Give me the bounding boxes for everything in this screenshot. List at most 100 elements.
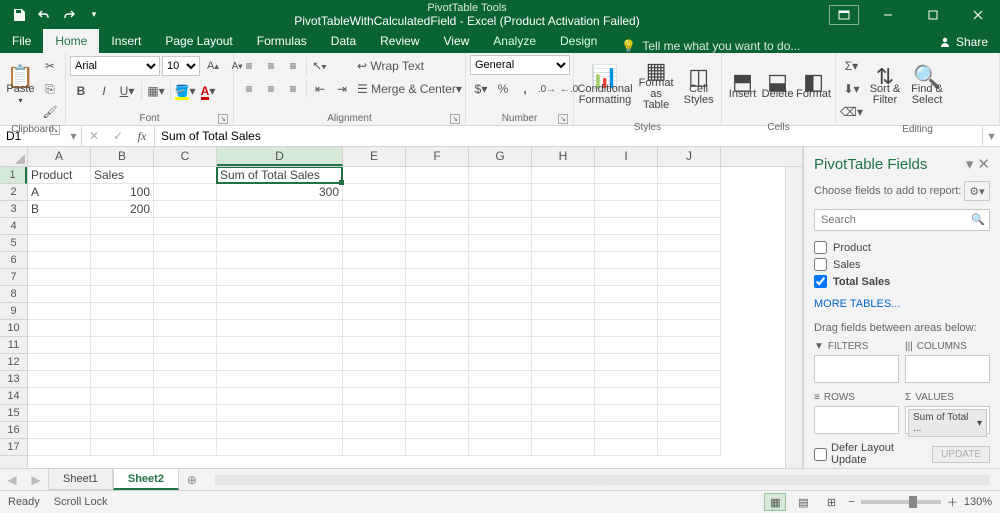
cell[interactable] bbox=[154, 252, 217, 269]
row-header[interactable]: 13 bbox=[0, 371, 27, 388]
column-header[interactable]: F bbox=[406, 147, 469, 166]
cell[interactable] bbox=[154, 371, 217, 388]
insert-cells-button[interactable]: ⬒Insert bbox=[726, 55, 759, 121]
sheet-tab-sheet2[interactable]: Sheet2 bbox=[113, 469, 179, 490]
cell[interactable] bbox=[658, 337, 721, 354]
cell[interactable]: 300 bbox=[217, 184, 343, 201]
field-checkbox[interactable] bbox=[814, 275, 827, 288]
zoom-out-button[interactable]: − bbox=[848, 496, 854, 508]
vertical-scrollbar[interactable] bbox=[785, 167, 802, 468]
page-layout-view-button[interactable]: ▤ bbox=[792, 493, 814, 511]
comma-button[interactable]: , bbox=[514, 78, 536, 100]
cell[interactable] bbox=[217, 371, 343, 388]
column-header[interactable]: G bbox=[469, 147, 532, 166]
tab-formulas[interactable]: Formulas bbox=[245, 29, 319, 53]
cell[interactable] bbox=[406, 269, 469, 286]
cell[interactable] bbox=[406, 218, 469, 235]
cut-button[interactable]: ✂ bbox=[39, 55, 61, 77]
row-header[interactable]: 1 bbox=[0, 167, 27, 184]
cell[interactable] bbox=[28, 303, 91, 320]
conditional-formatting-button[interactable]: 📊Conditional Formatting bbox=[578, 55, 632, 121]
cell[interactable] bbox=[532, 235, 595, 252]
cell[interactable] bbox=[28, 320, 91, 337]
cell[interactable] bbox=[217, 422, 343, 439]
cell[interactable] bbox=[469, 405, 532, 422]
row-header[interactable]: 9 bbox=[0, 303, 27, 320]
cell[interactable] bbox=[91, 337, 154, 354]
row-header[interactable]: 16 bbox=[0, 422, 27, 439]
cell[interactable] bbox=[532, 337, 595, 354]
cell[interactable] bbox=[217, 388, 343, 405]
cell[interactable] bbox=[217, 320, 343, 337]
field-item[interactable]: Product bbox=[814, 239, 990, 256]
font-color-button[interactable]: A▾ bbox=[197, 80, 219, 102]
cell[interactable] bbox=[658, 218, 721, 235]
cell[interactable] bbox=[469, 303, 532, 320]
cell[interactable] bbox=[91, 320, 154, 337]
cell[interactable] bbox=[595, 218, 658, 235]
cell[interactable] bbox=[343, 184, 406, 201]
format-as-table-button[interactable]: ▦Format as Table bbox=[634, 55, 678, 121]
cell[interactable] bbox=[217, 201, 343, 218]
cell[interactable] bbox=[658, 167, 721, 184]
cell[interactable] bbox=[154, 218, 217, 235]
cell[interactable] bbox=[658, 320, 721, 337]
undo-icon[interactable] bbox=[33, 4, 55, 26]
cell[interactable] bbox=[154, 439, 217, 456]
minimize-button[interactable] bbox=[865, 0, 910, 29]
cell[interactable] bbox=[469, 286, 532, 303]
horizontal-scrollbar[interactable]: ◀▶ bbox=[205, 469, 1000, 490]
cell[interactable] bbox=[343, 405, 406, 422]
row-header[interactable]: 6 bbox=[0, 252, 27, 269]
cell[interactable] bbox=[154, 303, 217, 320]
cell[interactable]: Sales bbox=[91, 167, 154, 184]
tell-me-search[interactable]: 💡 Tell me what you want to do... bbox=[621, 39, 927, 53]
tab-page-layout[interactable]: Page Layout bbox=[153, 29, 244, 53]
cell[interactable]: 100 bbox=[91, 184, 154, 201]
ribbon-display-options-icon[interactable] bbox=[829, 5, 859, 25]
sort-filter-button[interactable]: ⇅Sort & Filter bbox=[865, 55, 905, 121]
cell[interactable] bbox=[532, 320, 595, 337]
increase-decimal-button[interactable]: .0→ bbox=[536, 78, 558, 100]
alignment-launcher[interactable]: ↘ bbox=[450, 114, 460, 124]
field-item[interactable]: Total Sales bbox=[814, 273, 990, 290]
cell[interactable] bbox=[343, 422, 406, 439]
fill-button[interactable]: ⬇▾ bbox=[840, 78, 863, 100]
cell[interactable] bbox=[217, 269, 343, 286]
cell[interactable] bbox=[595, 201, 658, 218]
cell[interactable] bbox=[28, 286, 91, 303]
cell[interactable] bbox=[595, 354, 658, 371]
more-tables-link[interactable]: MORE TABLES... bbox=[804, 294, 1000, 314]
tab-design[interactable]: Design bbox=[548, 29, 609, 53]
cell[interactable] bbox=[532, 252, 595, 269]
sheet-nav-next[interactable]: ▶ bbox=[24, 469, 48, 490]
cell[interactable] bbox=[406, 320, 469, 337]
zoom-level[interactable]: 130% bbox=[964, 496, 992, 508]
fill-color-button[interactable]: 🪣▾ bbox=[174, 80, 196, 102]
cell[interactable] bbox=[469, 422, 532, 439]
cell[interactable] bbox=[658, 405, 721, 422]
row-header[interactable]: 10 bbox=[0, 320, 27, 337]
cell[interactable] bbox=[406, 167, 469, 184]
cell[interactable] bbox=[91, 303, 154, 320]
cell[interactable] bbox=[91, 439, 154, 456]
cell[interactable] bbox=[532, 269, 595, 286]
copy-button[interactable]: ⎘ bbox=[39, 78, 61, 100]
clipboard-launcher[interactable]: ↘ bbox=[50, 125, 60, 135]
tab-view[interactable]: View bbox=[432, 29, 482, 53]
format-painter-button[interactable]: 🖌 bbox=[39, 101, 61, 123]
cell[interactable] bbox=[343, 201, 406, 218]
cell[interactable] bbox=[532, 439, 595, 456]
column-header[interactable]: B bbox=[91, 147, 154, 166]
font-launcher[interactable]: ↘ bbox=[218, 114, 228, 124]
row-header[interactable]: 7 bbox=[0, 269, 27, 286]
cell[interactable] bbox=[217, 286, 343, 303]
cell[interactable] bbox=[343, 320, 406, 337]
field-item[interactable]: Sales bbox=[814, 256, 990, 273]
cell[interactable] bbox=[91, 235, 154, 252]
cell[interactable] bbox=[28, 269, 91, 286]
cell[interactable] bbox=[469, 167, 532, 184]
cell[interactable]: Product bbox=[28, 167, 91, 184]
update-button[interactable]: UPDATE bbox=[932, 446, 990, 463]
field-checkbox[interactable] bbox=[814, 241, 827, 254]
